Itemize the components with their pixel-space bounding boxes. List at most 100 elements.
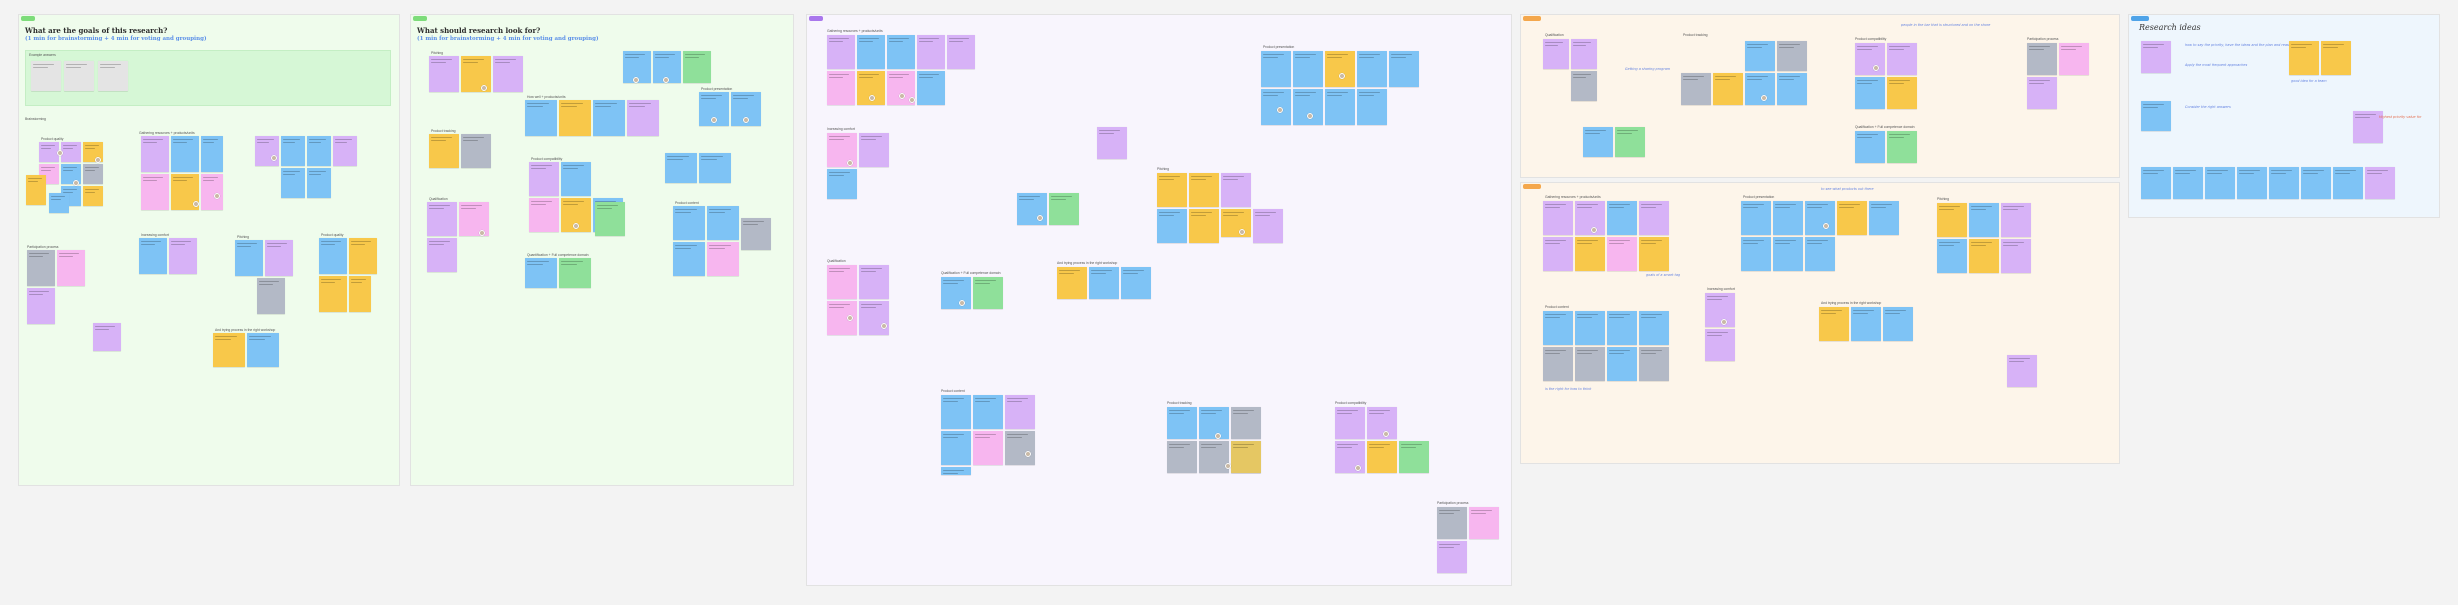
sticky-note[interactable] xyxy=(859,301,889,335)
sticky-note[interactable] xyxy=(61,142,81,162)
sticky-note[interactable] xyxy=(169,238,197,274)
sticky-note[interactable] xyxy=(1805,237,1835,271)
sticky-note[interactable] xyxy=(49,193,69,213)
sticky-note[interactable] xyxy=(859,133,889,167)
sticky-note[interactable] xyxy=(1819,307,1849,341)
sticky-note[interactable] xyxy=(257,278,285,314)
sticky-note[interactable] xyxy=(1367,407,1397,439)
sticky-note[interactable] xyxy=(64,61,94,91)
sticky-note[interactable] xyxy=(707,242,739,276)
sticky-note[interactable] xyxy=(1937,239,1967,273)
sticky-note[interactable] xyxy=(1639,347,1669,381)
sticky-note[interactable] xyxy=(559,258,591,288)
sticky-note[interactable] xyxy=(1705,329,1735,361)
sticky-note[interactable] xyxy=(1805,201,1835,235)
sticky-note[interactable] xyxy=(741,218,771,250)
sticky-note[interactable] xyxy=(2237,167,2267,199)
sticky-note[interactable] xyxy=(1357,51,1387,87)
sticky-note[interactable] xyxy=(1571,71,1597,101)
sticky-note[interactable] xyxy=(827,71,855,105)
sticky-note[interactable] xyxy=(1705,293,1735,327)
sticky-note[interactable] xyxy=(1325,89,1355,125)
sticky-note[interactable] xyxy=(1639,201,1669,235)
sticky-note[interactable] xyxy=(673,206,705,240)
sticky-note[interactable] xyxy=(2289,41,2319,75)
sticky-note[interactable] xyxy=(1543,39,1569,69)
sticky-note[interactable] xyxy=(2301,167,2331,199)
sticky-note[interactable] xyxy=(307,168,331,198)
sticky-note[interactable] xyxy=(1575,237,1605,271)
sticky-note[interactable] xyxy=(1575,201,1605,235)
sticky-note[interactable] xyxy=(1837,201,1867,235)
sticky-note[interactable] xyxy=(1883,307,1913,341)
sticky-note[interactable] xyxy=(1969,203,1999,237)
sticky-note[interactable] xyxy=(255,136,279,166)
sticky-note[interactable] xyxy=(683,51,711,83)
sticky-note[interactable] xyxy=(281,136,305,166)
sticky-note[interactable] xyxy=(1325,51,1355,87)
sticky-note[interactable] xyxy=(2173,167,2203,199)
sticky-note[interactable] xyxy=(1261,89,1291,125)
sticky-note[interactable] xyxy=(673,242,705,276)
sticky-note[interactable] xyxy=(1869,201,1899,235)
sticky-note[interactable] xyxy=(98,61,128,91)
sticky-note[interactable] xyxy=(1773,237,1803,271)
sticky-note[interactable] xyxy=(1639,237,1669,271)
sticky-note[interactable] xyxy=(973,277,1003,309)
sticky-note[interactable] xyxy=(917,35,945,69)
sticky-note[interactable] xyxy=(2141,167,2171,199)
sticky-note[interactable] xyxy=(1639,311,1669,345)
sticky-note[interactable] xyxy=(1887,131,1917,163)
sticky-note[interactable] xyxy=(859,265,889,299)
sticky-note[interactable] xyxy=(1231,407,1261,439)
sticky-note[interactable] xyxy=(2269,167,2299,199)
sticky-note[interactable] xyxy=(947,35,975,69)
sticky-note[interactable] xyxy=(1741,201,1771,235)
sticky-note[interactable] xyxy=(1437,541,1467,573)
sticky-note[interactable] xyxy=(201,174,223,210)
sticky-note[interactable] xyxy=(307,136,331,166)
sticky-note[interactable] xyxy=(213,333,245,367)
sticky-note[interactable] xyxy=(1855,131,1885,163)
sticky-note[interactable] xyxy=(827,35,855,69)
sticky-note[interactable] xyxy=(2365,167,2395,199)
sticky-note[interactable] xyxy=(827,169,857,199)
sticky-note[interactable] xyxy=(26,175,46,205)
sticky-note[interactable] xyxy=(857,35,885,69)
sticky-note[interactable] xyxy=(1615,127,1645,157)
sticky-note[interactable] xyxy=(2333,167,2363,199)
sticky-note[interactable] xyxy=(1199,407,1229,439)
sticky-note[interactable] xyxy=(1389,51,1419,87)
sticky-note[interactable] xyxy=(1357,89,1387,125)
sticky-note[interactable] xyxy=(941,395,971,429)
sticky-note[interactable] xyxy=(247,333,279,367)
sticky-note[interactable] xyxy=(2027,43,2057,75)
sticky-note[interactable] xyxy=(2001,239,2031,273)
sticky-note[interactable] xyxy=(319,238,347,274)
sticky-note[interactable] xyxy=(319,276,347,312)
sticky-note[interactable] xyxy=(827,265,857,299)
sticky-note[interactable] xyxy=(1583,127,1613,157)
sticky-note[interactable] xyxy=(83,164,103,184)
sticky-note[interactable] xyxy=(1851,307,1881,341)
sticky-note[interactable] xyxy=(1571,39,1597,69)
sticky-note[interactable] xyxy=(1887,77,1917,109)
sticky-note[interactable] xyxy=(1543,201,1573,235)
sticky-note[interactable] xyxy=(1773,201,1803,235)
sticky-note[interactable] xyxy=(235,240,263,276)
sticky-note[interactable] xyxy=(1937,203,1967,237)
sticky-note[interactable] xyxy=(699,153,731,183)
sticky-note[interactable] xyxy=(1745,73,1775,105)
sticky-note[interactable] xyxy=(1607,347,1637,381)
sticky-note[interactable] xyxy=(1745,41,1775,71)
sticky-note[interactable] xyxy=(265,240,293,276)
sticky-note[interactable] xyxy=(559,100,591,136)
sticky-note[interactable] xyxy=(333,136,357,166)
sticky-note[interactable] xyxy=(493,56,523,92)
sticky-note[interactable] xyxy=(31,61,61,91)
sticky-note[interactable] xyxy=(27,250,55,286)
sticky-note[interactable] xyxy=(139,238,167,274)
sticky-note[interactable] xyxy=(429,56,459,92)
sticky-note[interactable] xyxy=(281,168,305,198)
sticky-note[interactable] xyxy=(1157,209,1187,243)
